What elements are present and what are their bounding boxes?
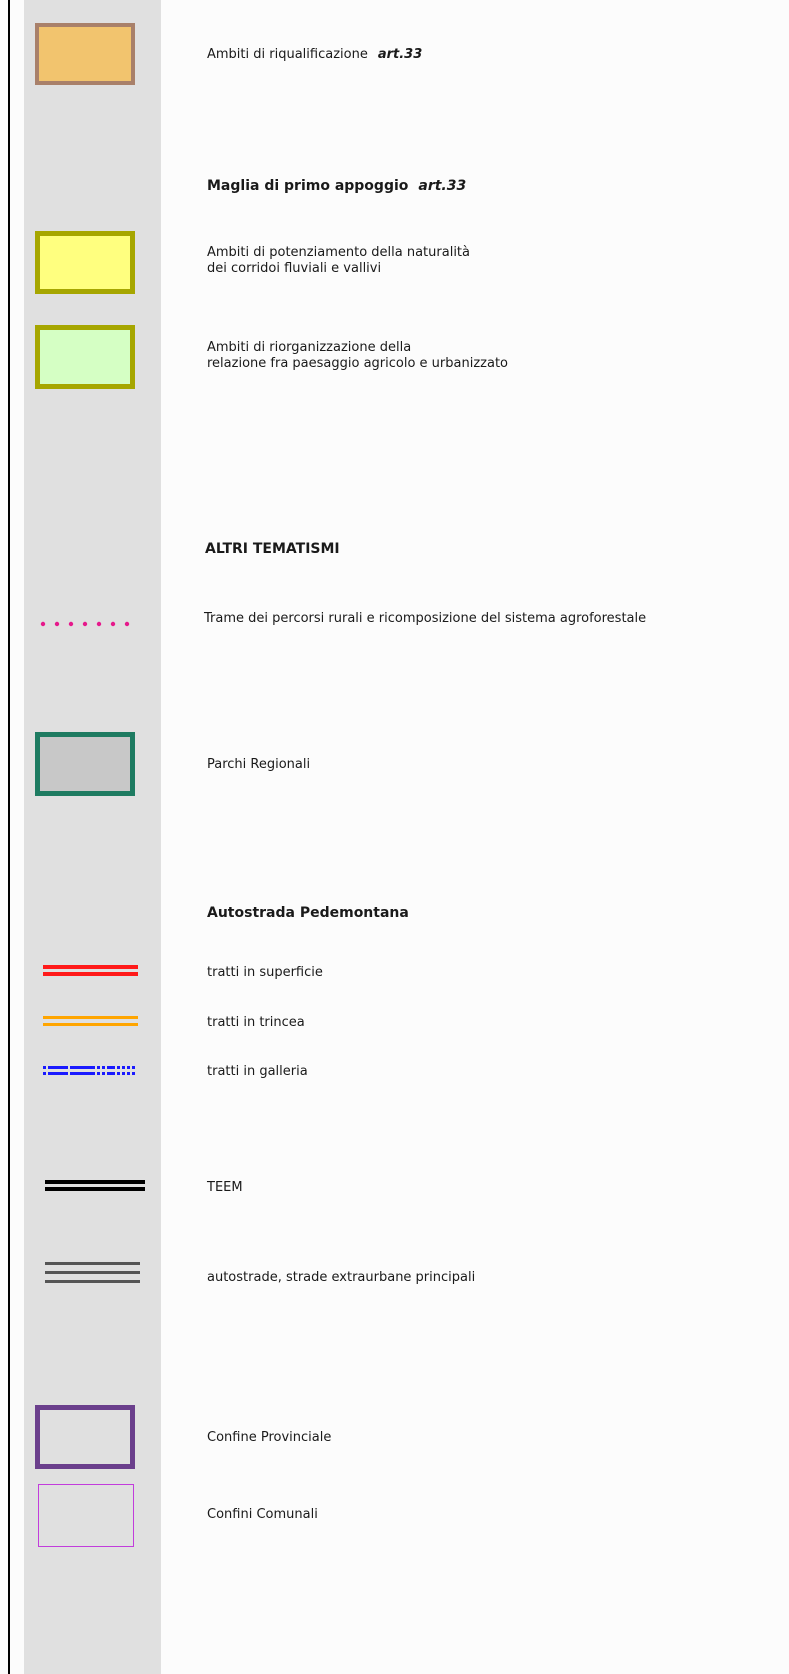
potenziamento-line-2: dei corridoi fluviali e vallivi [207,261,382,276]
superficie-line-symbol [43,965,138,976]
article-reference: art.33 [418,178,467,194]
frame-border [8,0,10,1674]
trame-dotted-symbol [40,621,130,627]
trincea-label: tratti in trincea [207,1015,305,1030]
trincea-line-symbol [43,1016,138,1026]
teem-line-symbol [45,1180,145,1191]
confini-comunali-label: Confini Comunali [207,1507,318,1522]
article-reference: art.33 [377,47,423,62]
superficie-label: tratti in superficie [207,965,323,980]
galleria-line-symbol [43,1066,135,1075]
autostrada-section-heading: Autostrada Pedemontana [207,905,409,921]
potenziamento-label: Ambiti di potenziamento della naturalità… [207,245,470,277]
potenziamento-line-1: Ambiti di potenziamento della naturalità [207,245,470,260]
teem-label: TEEM [207,1180,243,1195]
riqualificazione-label-row: Ambiti di riqualificazione art.33 [207,47,422,63]
confine-provinciale-swatch [35,1405,135,1469]
riqualificazione-label: Ambiti di riqualificazione [207,47,368,62]
riorganizzazione-label: Ambiti di riorganizzazione della relazio… [207,340,508,372]
trame-label: Trame dei percorsi rurali e ricomposizio… [204,611,647,626]
parchi-label: Parchi Regionali [207,757,311,772]
riorganizzazione-line-1: Ambiti di riorganizzazione della [207,340,412,355]
altri-tematismi-heading: ALTRI TEMATISMI [205,541,340,557]
galleria-label: tratti in galleria [207,1064,308,1079]
autostrade-label: autostrade, strade extraurbane principal… [207,1270,476,1285]
autostrade-line-symbol [45,1262,140,1283]
maglia-section-heading: Maglia di primo appoggio art.33 [207,178,466,194]
riorganizzazione-swatch [35,325,135,389]
confine-provinciale-label: Confine Provinciale [207,1430,332,1445]
parchi-swatch [35,732,135,796]
riorganizzazione-line-2: relazione fra paesaggio agricolo e urban… [207,356,508,371]
maglia-heading-label: Maglia di primo appoggio [207,178,409,194]
riqualificazione-swatch [35,23,135,85]
confini-comunali-swatch [38,1484,134,1547]
potenziamento-swatch [35,231,135,294]
